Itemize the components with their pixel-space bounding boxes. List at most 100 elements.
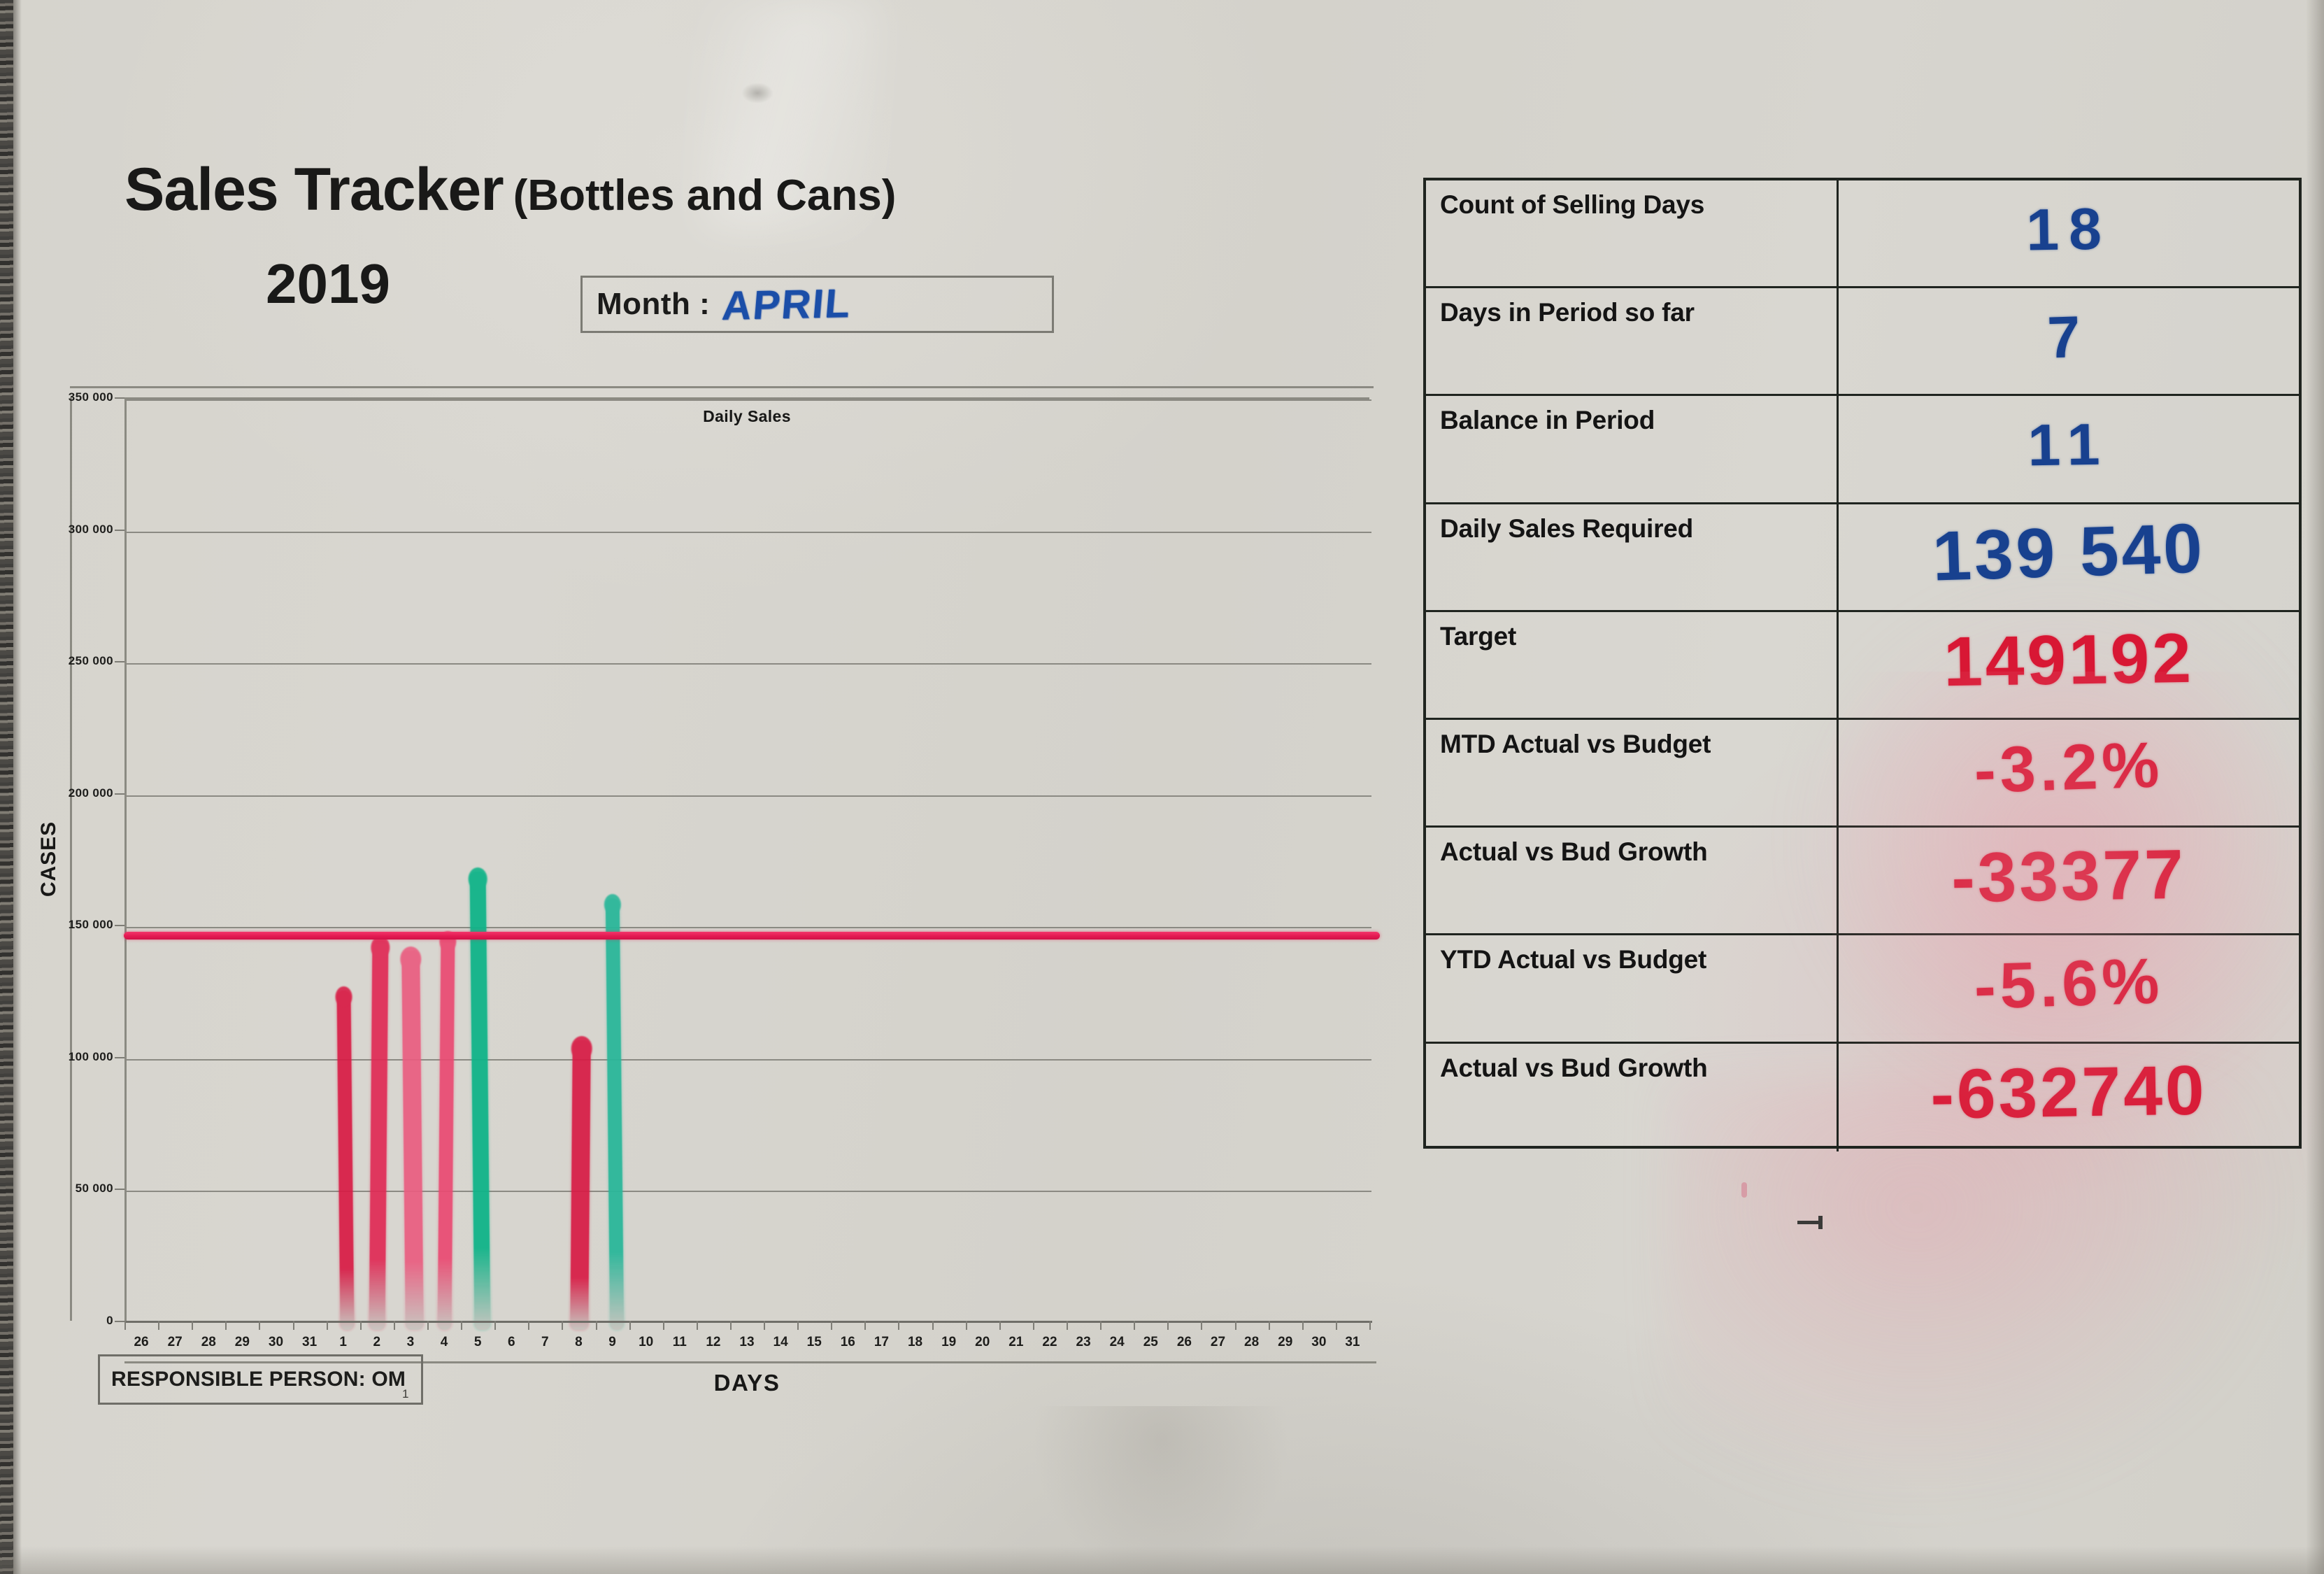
y-axis-tick-label: 150 000 [68, 918, 113, 932]
right-edge-shadow [2306, 0, 2324, 1574]
x-axis-tick [1268, 1321, 1270, 1330]
target-line [124, 931, 1380, 940]
table-row: Days in Period so far 7 [1426, 288, 2299, 397]
plot-area [124, 397, 1380, 1331]
x-axis-tick-label: 30 [1311, 1335, 1327, 1349]
x-axis-tick-label: 31 [1345, 1335, 1360, 1349]
table-row-value: -632740 [1930, 1051, 2208, 1135]
x-axis-tick [1369, 1321, 1371, 1330]
bar-cap [571, 1036, 593, 1062]
table-row: Actual vs Bud Growth -632740 [1426, 1043, 2299, 1151]
y-axis-tick-label: 350 000 [68, 390, 113, 404]
table-row-value-cell[interactable]: 7 [1839, 288, 2299, 394]
y-axis-tick-label: 250 000 [68, 654, 113, 668]
x-axis-tick-label: 2 [373, 1335, 381, 1349]
table-row-value-cell[interactable]: 139 540 [1839, 504, 2299, 610]
table-row-value-cell[interactable]: 18 [1839, 180, 2299, 286]
y-axis-tick [115, 1189, 124, 1191]
x-axis-tick-label: 1 [339, 1335, 347, 1349]
x-axis-tick-label: 15 [806, 1335, 822, 1349]
x-axis-tick [1335, 1321, 1337, 1330]
x-axis-tick [124, 1321, 126, 1330]
table-row: Count of Selling Days 18 [1426, 180, 2299, 289]
x-axis-tick [864, 1321, 867, 1330]
table-row-value-cell[interactable]: 11 [1839, 396, 2299, 502]
stray-mark-bar [1818, 1216, 1823, 1229]
bar-day-2 [369, 936, 390, 1331]
x-axis-tick-label: 13 [739, 1335, 755, 1349]
table-row-value: -3.2% [1973, 729, 2165, 807]
x-axis-tick-label: 29 [1278, 1335, 1293, 1349]
table-row-value-cell[interactable]: -33377 [1839, 828, 2299, 933]
table-row-value: 11 [2027, 411, 2111, 478]
y-axis-tick [115, 925, 124, 927]
x-axis-tick-label: 3 [406, 1335, 415, 1349]
year-label: 2019 [266, 253, 390, 315]
page-title: Sales Tracker (Bottles and Cans) [124, 155, 896, 225]
y-axis-tick-label: 200 000 [68, 786, 113, 800]
table-row: YTD Actual vs Budget -5.6% [1426, 935, 2299, 1044]
x-axis-tick-label: 26 [1176, 1335, 1192, 1349]
x-axis-tick-label: 7 [541, 1335, 549, 1349]
x-axis-tick [427, 1321, 429, 1330]
responsible-person-box[interactable]: RESPONSIBLE PERSON: OM [98, 1354, 423, 1405]
table-row: Target 149192 [1426, 611, 2299, 720]
x-axis-tick-label: 27 [1210, 1335, 1226, 1349]
bar-day-3 [400, 946, 424, 1331]
table-row-value-cell[interactable]: 149192 [1839, 612, 2299, 718]
x-axis-tick [158, 1321, 160, 1330]
x-axis-tick-label: 16 [840, 1335, 855, 1349]
x-axis-tick-label: 6 [507, 1335, 515, 1349]
wall-shadow [13, 0, 22, 1574]
x-axis-tick [662, 1321, 664, 1330]
x-axis-tick [562, 1321, 564, 1330]
smudge-mark-top [741, 83, 774, 104]
responsible-person-label: RESPONSIBLE PERSON: OM [111, 1368, 406, 1391]
gridline [127, 927, 1371, 929]
x-axis-tick-label: 5 [473, 1335, 482, 1349]
table-row-value-cell[interactable]: -5.6% [1839, 935, 2299, 1041]
x-axis-tick-label: 24 [1109, 1335, 1125, 1349]
table-row-value: -33377 [1951, 835, 2187, 917]
title-subtitle: (Bottles and Cans) [513, 171, 897, 220]
bar-cap [400, 946, 422, 972]
table-row-value: 149192 [1943, 618, 2195, 702]
x-axis-tick [1201, 1321, 1203, 1330]
x-axis-tick-label: 20 [975, 1335, 990, 1349]
bar-cap [371, 936, 390, 960]
table-row-value: 18 [2025, 195, 2112, 262]
x-axis-tick [461, 1321, 463, 1330]
table-row-label: Days in Period so far [1440, 298, 1695, 327]
table-row-label-cell: Days in Period so far [1426, 288, 1839, 395]
x-axis-tick-label: 19 [941, 1335, 957, 1349]
table-row-value-cell[interactable]: -632740 [1839, 1044, 2299, 1151]
x-axis-tick [595, 1321, 597, 1330]
x-axis-tick [1032, 1321, 1034, 1330]
x-axis-tick [1100, 1321, 1102, 1330]
month-field[interactable]: Month : APRIL [580, 276, 1054, 333]
table-row-label: MTD Actual vs Budget [1440, 729, 1711, 758]
table-row-label-cell: Daily Sales Required [1426, 504, 1839, 610]
x-axis-tick-label: 10 [639, 1335, 654, 1349]
gridline [127, 531, 1371, 533]
x-axis-tick-label: 31 [302, 1335, 318, 1349]
table-row-value-cell[interactable]: -3.2% [1839, 720, 2299, 825]
x-axis-tick [192, 1321, 194, 1330]
table-row-value: 7 [2046, 303, 2091, 371]
x-axis-tick [932, 1321, 934, 1330]
x-axis-tick [696, 1321, 698, 1330]
table-row-label: Actual vs Bud Growth [1440, 1053, 1708, 1082]
x-axis-tick [494, 1321, 497, 1330]
x-axis-tick-label: 17 [874, 1335, 889, 1349]
month-field-label: Month : [597, 287, 711, 321]
table-row-label: Count of Selling Days [1440, 190, 1705, 219]
table-row: Balance in Period 11 [1426, 396, 2299, 504]
y-axis-tick [115, 661, 124, 663]
gridline [127, 399, 1371, 401]
table-row-label-cell: Actual vs Bud Growth [1426, 1043, 1839, 1151]
bar-day-8 [570, 1036, 593, 1331]
x-axis-tick-label: 14 [773, 1335, 788, 1349]
x-axis-tick-label: 25 [1143, 1335, 1158, 1349]
table-row-label: Target [1440, 621, 1517, 651]
x-axis-tick [831, 1321, 833, 1330]
